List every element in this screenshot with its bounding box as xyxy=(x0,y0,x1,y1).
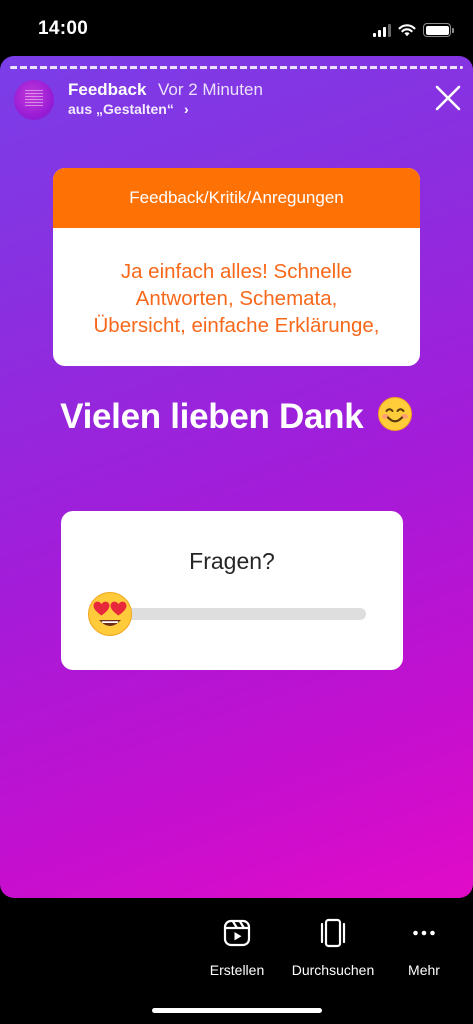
story-view[interactable]: Feedback Vor 2 Minuten aus „Gestalten“ ›… xyxy=(0,56,473,898)
close-icon[interactable] xyxy=(434,84,462,112)
status-time: 14:00 xyxy=(38,18,89,39)
answer-line: Übersicht, einfache Erklärunge, xyxy=(93,314,380,337)
home-indicator[interactable] xyxy=(152,1008,322,1013)
question-sticker-header: Feedback/Kritik/Anregungen xyxy=(53,168,420,228)
create-button[interactable]: Erstellen xyxy=(207,916,267,978)
answer-line: Ja einfach alles! Schnelle xyxy=(120,260,353,283)
answer-line: Antworten, Schemata, xyxy=(135,287,338,310)
status-icons xyxy=(373,20,454,40)
heart-eyes-emoji-icon[interactable] xyxy=(87,591,133,637)
reels-icon xyxy=(223,919,251,947)
cellular-signal-icon xyxy=(373,23,391,37)
emoji-slider-sticker[interactable]: Fragen? xyxy=(61,511,403,670)
browse-button[interactable]: Durchsuchen xyxy=(288,916,378,978)
more-icon xyxy=(413,930,435,936)
wifi-icon xyxy=(398,24,416,37)
more-button[interactable]: Mehr xyxy=(403,916,445,978)
chevron-right-icon[interactable]: › xyxy=(184,101,189,117)
story-progress-bar xyxy=(10,66,463,69)
question-sticker[interactable]: Feedback/Kritik/Anregungen Ja einfach al… xyxy=(53,168,420,366)
smiling-face-emoji-icon xyxy=(377,397,412,431)
story-caption-text: Vielen lieben Dank xyxy=(60,397,364,436)
create-label: Erstellen xyxy=(209,962,265,978)
browse-icon xyxy=(320,918,346,948)
more-label: Mehr xyxy=(408,962,440,978)
bottom-bar: Erstellen Durchsuchen Mehr xyxy=(0,898,473,1024)
story-timestamp: Vor 2 Minuten xyxy=(158,80,263,99)
question-sticker-answer: Ja einfach alles! Schnelle Antworten, Sc… xyxy=(53,228,420,339)
slider-question: Fragen? xyxy=(189,548,275,574)
browse-label: Durchsuchen xyxy=(291,962,375,978)
story-account-name[interactable]: Feedback xyxy=(68,80,146,100)
status-bar: 14:00 xyxy=(0,0,473,56)
slider-track[interactable] xyxy=(121,608,366,620)
story-source-link[interactable]: aus „Gestalten“ xyxy=(68,101,174,117)
battery-icon xyxy=(423,23,454,37)
avatar[interactable] xyxy=(14,80,54,120)
story-caption: Vielen lieben Dank xyxy=(0,396,473,437)
question-sticker-label: Feedback/Kritik/Anregungen xyxy=(129,188,344,207)
